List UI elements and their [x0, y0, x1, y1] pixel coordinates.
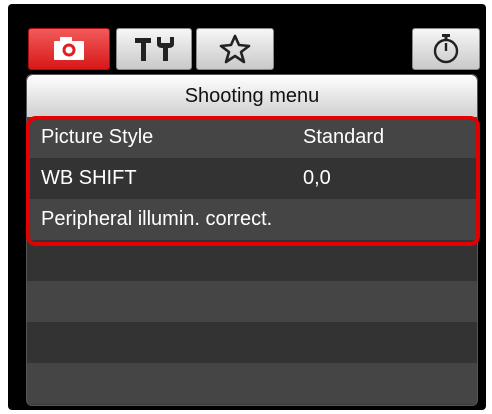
tab-setup[interactable] — [116, 28, 192, 70]
camera-icon — [54, 37, 84, 60]
highlight-outline — [26, 116, 480, 246]
wrench-icon — [135, 37, 174, 61]
timer-icon — [433, 34, 459, 64]
tab-shooting[interactable] — [28, 28, 110, 70]
tab-my-menu[interactable] — [196, 28, 274, 70]
tab-timer[interactable] — [412, 28, 480, 70]
empty-menu-row — [27, 240, 477, 281]
empty-menu-row — [27, 322, 477, 363]
empty-menu-row — [27, 281, 477, 322]
star-icon — [219, 34, 251, 64]
menu-title: Shooting menu — [27, 75, 477, 117]
empty-menu-row — [27, 363, 477, 404]
